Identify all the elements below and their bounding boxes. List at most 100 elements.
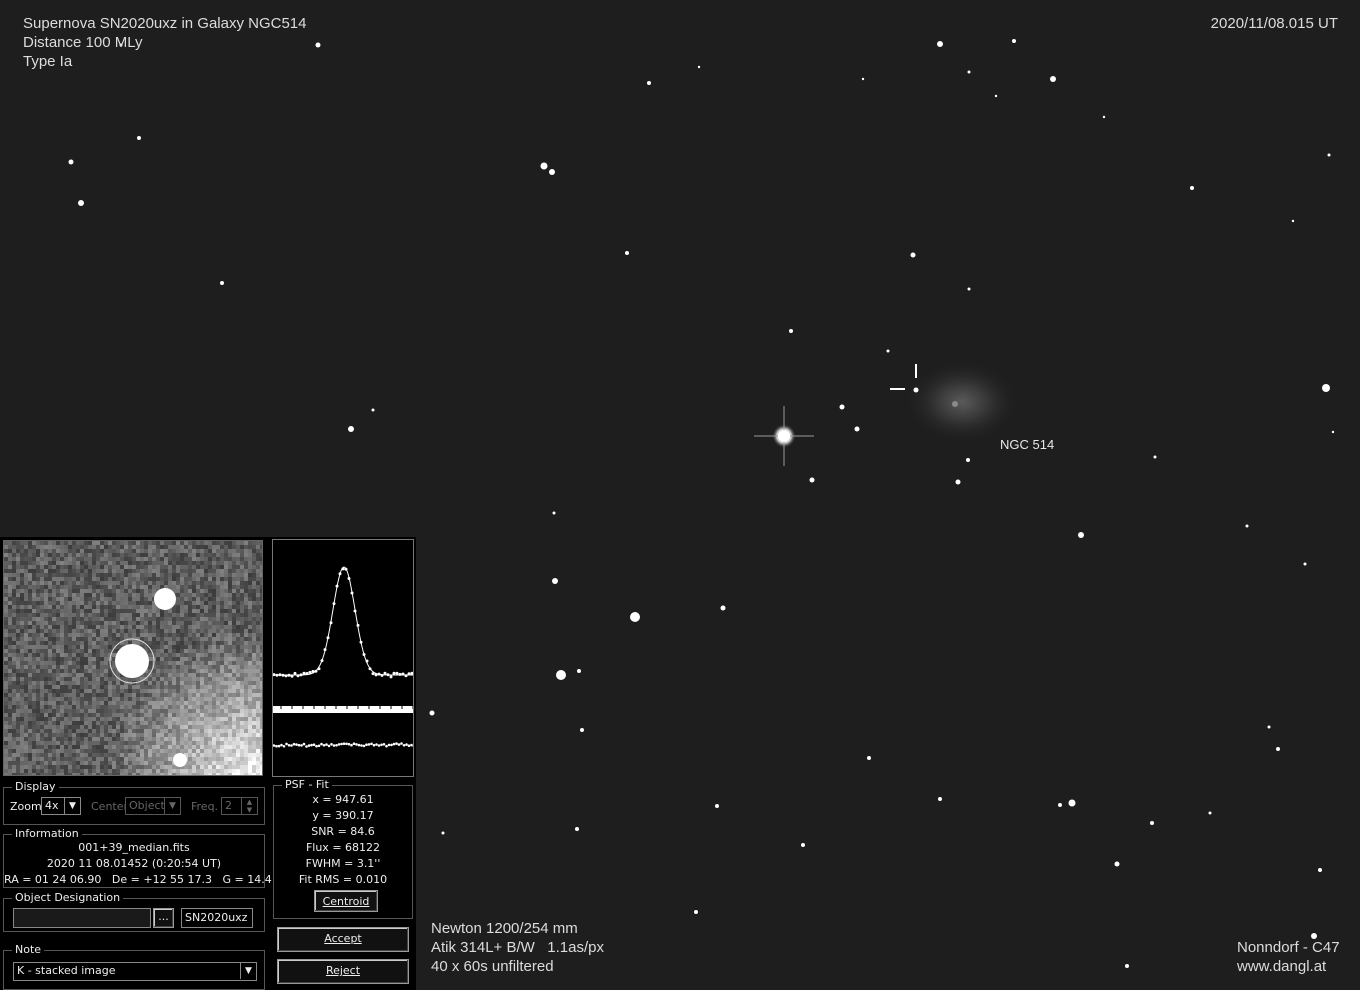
star [1068, 799, 1076, 807]
center-label: Center [91, 800, 129, 813]
star [556, 670, 566, 680]
information-group-label: Information [12, 827, 82, 840]
reject-button-label: Reject [325, 964, 361, 977]
equipment-line-1: Newton 1200/254 mm [431, 920, 578, 937]
observatory-line-2: www.dangl.at [1237, 958, 1327, 975]
psf-x: x = 947.61 [312, 793, 374, 806]
zoom-select[interactable]: 4x ▼ [41, 797, 81, 815]
center-value: Object [129, 799, 165, 812]
star [867, 756, 871, 760]
display-group: Display Zoom 4x ▼ Center Object ▼ Freq. … [3, 780, 265, 825]
star [68, 159, 74, 165]
star [1058, 803, 1062, 807]
title-line-2: Distance 100 MLy [23, 34, 143, 51]
accept-button[interactable]: Accept [277, 927, 409, 952]
chevron-down-icon: ▼ [164, 798, 180, 814]
star [697, 65, 701, 69]
star [913, 387, 919, 393]
chevron-down-icon[interactable]: ▼ [240, 963, 256, 979]
star [575, 827, 579, 831]
analysis-panel: Display Zoom 4x ▼ Center Object ▼ Freq. … [0, 537, 416, 990]
psf-y: y = 390.17 [312, 809, 374, 822]
designation-name-field[interactable]: SN2020uxz [181, 908, 253, 928]
star [552, 511, 556, 515]
designation-input[interactable] [13, 908, 151, 928]
title-line-1: Supernova SN2020uxz in Galaxy NGC514 [23, 15, 307, 32]
star [715, 804, 719, 808]
observatory-line-1: Nonndorf - C47 [1237, 939, 1340, 956]
star [789, 329, 793, 333]
star [348, 426, 354, 432]
zoom-label: Zoom [10, 800, 42, 813]
star [886, 349, 890, 353]
observatory-block: Nonndorf - C47 www.dangl.at [1237, 938, 1340, 976]
star [315, 42, 321, 48]
star [1322, 384, 1330, 392]
star [1153, 455, 1157, 459]
browse-button[interactable]: ... [153, 908, 174, 928]
centroid-button-label: Centroid [322, 895, 370, 908]
designation-group: Object Designation ... SN2020uxz [3, 891, 265, 932]
star [1291, 219, 1295, 223]
star [549, 169, 555, 175]
star [966, 458, 970, 462]
centroid-button[interactable]: Centroid [314, 890, 378, 912]
star [1190, 186, 1194, 190]
star [1125, 964, 1129, 968]
star [994, 94, 998, 98]
star [1331, 430, 1335, 434]
star [540, 162, 548, 170]
star [647, 81, 651, 85]
chevron-down-icon[interactable]: ▼ [64, 798, 80, 814]
star [801, 843, 805, 847]
info-coords: RA = 01 24 06.90 De = +12 55 17.3 G = 14… [4, 873, 272, 886]
star [441, 831, 445, 835]
equipment-block: Newton 1200/254 mm Atik 314L+ B/W 1.1as/… [431, 919, 604, 976]
star [967, 287, 971, 291]
spinner-arrows-icon: ▲ ▼ [241, 798, 257, 814]
psf-flux: Flux = 68122 [305, 841, 381, 854]
psf-fit-rms: Fit RMS = 0.010 [298, 873, 388, 886]
designation-group-label: Object Designation [12, 891, 124, 904]
star [955, 479, 961, 485]
psf-fit-group-label: PSF - Fit [282, 778, 332, 791]
freq-value: 2 [225, 799, 232, 812]
information-group: Information 001+39_median.fits 2020 11 0… [3, 827, 272, 888]
star [137, 136, 141, 140]
star [580, 728, 584, 732]
zoom-value: 4x [45, 799, 59, 812]
reject-button[interactable]: Reject [277, 959, 409, 984]
star [1050, 76, 1056, 82]
star [910, 252, 916, 258]
note-select[interactable]: K - stacked image ▼ [13, 962, 257, 981]
star [1303, 562, 1307, 566]
star [577, 669, 581, 673]
star [861, 77, 865, 81]
equipment-line-3: 40 x 60s unfiltered [431, 958, 554, 975]
star [625, 251, 629, 255]
zoom-view[interactable] [3, 540, 263, 776]
psf-plot [272, 539, 414, 777]
star [720, 605, 726, 611]
star [1318, 868, 1322, 872]
equipment-line-2: Atik 314L+ B/W 1.1as/px [431, 939, 605, 956]
star [1208, 811, 1212, 815]
star [371, 408, 375, 412]
note-value: K - stacked image [17, 964, 116, 977]
star [694, 910, 698, 914]
star [630, 612, 640, 622]
star [967, 70, 971, 74]
star [1102, 115, 1106, 119]
star [552, 578, 558, 584]
star [854, 426, 860, 432]
star [1276, 747, 1280, 751]
star [1327, 153, 1331, 157]
star [1078, 532, 1084, 538]
psf-fit-group: PSF - Fit x = 947.61 y = 390.17 SNR = 84… [273, 778, 413, 919]
info-filename: 001+39_median.fits [78, 841, 190, 854]
star [220, 281, 224, 285]
star [78, 200, 84, 206]
galaxy-label: NGC 514 [1000, 437, 1055, 452]
note-group: Note K - stacked image ▼ [3, 943, 265, 990]
note-group-label: Note [12, 943, 45, 956]
